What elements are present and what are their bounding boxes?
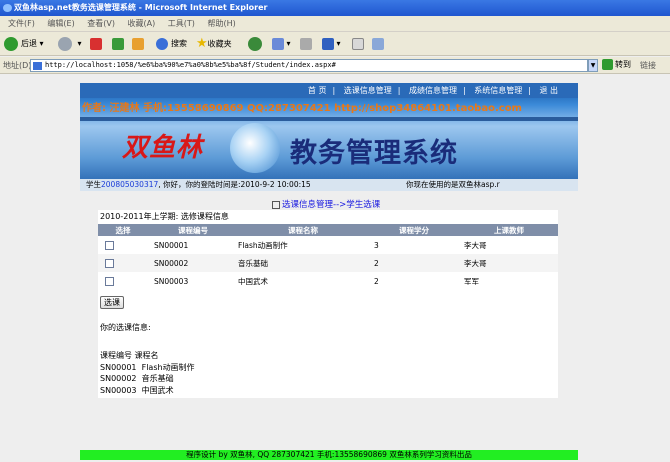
nav-grades[interactable]: 成绩信息管理 <box>409 86 457 95</box>
print-button[interactable] <box>300 36 312 52</box>
address-url: http://localhost:1058/%e6%ba%90%e7%a0%8b… <box>45 61 336 69</box>
nav-system[interactable]: 系统信息管理 <box>474 86 522 95</box>
nav-home[interactable]: 首 页 <box>308 86 327 95</box>
star-icon: ★ <box>196 36 208 51</box>
menu-view[interactable]: 查看(V) <box>87 19 115 28</box>
nav-logout[interactable]: 退 出 <box>539 86 558 95</box>
messenger-icon <box>372 37 384 50</box>
forward-button[interactable]: ▾ <box>58 36 82 52</box>
banner-nav: 首 页 | 选课信息管理 | 成绩信息管理 | 系统信息管理 | 退 出 <box>80 83 578 98</box>
stop-icon <box>90 37 102 50</box>
course-id: SN00003 <box>154 276 189 286</box>
menu-favorites[interactable]: 收藏(A) <box>128 19 156 28</box>
window-titlebar: 双鱼林asp.net教务选课管理系统 - Microsoft Internet … <box>0 0 670 16</box>
menu-edit[interactable]: 编辑(E) <box>47 19 74 28</box>
address-bar: 地址(D) http://localhost:1058/%e6%ba%90%e7… <box>0 57 670 74</box>
menu-tools[interactable]: 工具(T) <box>168 19 195 28</box>
stop-button[interactable] <box>90 36 102 52</box>
refresh-button[interactable] <box>112 36 124 52</box>
course-credits: 2 <box>368 254 460 272</box>
table-row: SN00003 中国武术 2 军军 <box>98 272 558 290</box>
course-id: SN00001 <box>154 240 189 250</box>
select-course-button[interactable]: 选课 <box>100 296 124 309</box>
mail-button[interactable]: ▾ <box>272 36 291 52</box>
menu-file[interactable]: 文件(F) <box>8 19 35 28</box>
address-dropdown[interactable]: ▼ <box>588 59 598 72</box>
course-name: 中国武术 <box>238 276 268 286</box>
table-row: SN00001 Flash动画制作 3 李大哥 <box>98 236 558 254</box>
word-button[interactable]: ▾ <box>322 36 341 52</box>
page-content: 首 页 | 选课信息管理 | 成绩信息管理 | 系统信息管理 | 退 出 作者: 汪建林… <box>0 75 670 462</box>
forward-arrow-icon <box>58 36 72 51</box>
table-row: SN00002 音乐基础 2 李大哥 <box>98 254 558 272</box>
course-name: 音乐基础 <box>238 254 368 272</box>
media-icon <box>248 36 262 51</box>
menu-bar: 文件(F) 编辑(E) 查看(V) 收藏(A) 工具(T) 帮助(H) <box>0 16 670 32</box>
home-button[interactable] <box>132 36 144 52</box>
my-selection-list: 课程编号 课程名 SN00001 Flash动画制作 SN00002 音乐基础 … <box>100 351 195 395</box>
discuss-button[interactable] <box>352 36 364 52</box>
login-status: 学生200805030317, 你好，你的登陆时间是:2010-9-2 10:0… <box>80 179 578 191</box>
address-input[interactable]: http://localhost:1058/%e6%ba%90%e7%a0%8b… <box>30 59 588 72</box>
breadcrumb: 选课信息管理-->学生选课 <box>272 198 380 210</box>
row-checkbox[interactable] <box>105 276 114 286</box>
links-button[interactable]: 链接 <box>640 57 656 74</box>
site-banner: 首 页 | 选课信息管理 | 成绩信息管理 | 系统信息管理 | 退 出 作者: 汪建林… <box>80 83 578 191</box>
course-credits: 3 <box>374 240 379 250</box>
word-icon <box>322 37 334 50</box>
course-table: 选择 课程编号 课程名称 课程学分 上课教师 SN00001 Flash动画制作… <box>98 224 558 290</box>
menu-help[interactable]: 帮助(H) <box>207 19 235 28</box>
course-name: Flash动画制作 <box>238 240 288 250</box>
row-checkbox[interactable] <box>105 240 114 250</box>
course-id: SN00002 <box>148 254 238 272</box>
footer: 程序设计 by 双鱼林, QQ 287307421 手机:13558690869… <box>80 450 578 460</box>
print-icon <box>300 37 312 50</box>
banner-brand: 双鱼林 <box>122 133 204 163</box>
media-button[interactable] <box>248 36 265 52</box>
table-header: 选择 课程编号 课程名称 课程学分 上课教师 <box>98 224 558 236</box>
course-panel: 2010-2011年上学期: 选修课程信息 选择 课程编号 课程名称 课程学分 … <box>98 210 558 398</box>
messenger-button[interactable] <box>372 36 384 52</box>
home-icon <box>132 37 144 50</box>
banner-system-name: 教务管理系统 <box>290 138 458 169</box>
edit-icon <box>272 200 280 209</box>
globe-icon <box>230 123 280 173</box>
my-selection-label: 你的选课信息: <box>100 323 151 332</box>
course-credits: 2 <box>374 276 379 286</box>
ie-icon <box>3 4 12 12</box>
banner-author: 作者: 汪建林 手机:13558690869 QQ:287307421 http… <box>82 103 522 114</box>
col-credits: 课程学分 <box>368 224 460 236</box>
col-teacher: 上课教师 <box>460 224 558 236</box>
student-id: 200805030317 <box>101 180 159 189</box>
search-icon <box>156 37 168 50</box>
course-teacher: 军军 <box>464 276 479 286</box>
course-teacher: 李大哥 <box>464 240 487 250</box>
back-arrow-icon <box>4 36 18 51</box>
page-icon <box>33 62 42 70</box>
address-label: 地址(D) <box>3 61 32 70</box>
favorites-button[interactable]: ★收藏夹 <box>196 36 232 52</box>
course-teacher: 李大哥 <box>460 254 558 272</box>
col-course-name: 课程名称 <box>238 224 368 236</box>
version-note: 你现在使用的是双鱼林asp.r <box>406 180 500 189</box>
col-select: 选择 <box>98 224 148 236</box>
row-checkbox[interactable] <box>105 258 114 268</box>
col-course-id: 课程编号 <box>148 224 238 236</box>
go-arrow-icon <box>602 59 613 70</box>
window-title: 双鱼林asp.net教务选课管理系统 - Microsoft Internet … <box>14 3 268 12</box>
refresh-icon <box>112 37 124 50</box>
back-button[interactable]: 后退 ▾ <box>4 36 44 52</box>
term-title: 2010-2011年上学期: 选修课程信息 <box>100 212 229 221</box>
toolbar: 后退 ▾ ▾ 搜索 ★收藏夹 ▾ ▾ <box>0 32 670 56</box>
nav-course-selection[interactable]: 选课信息管理 <box>344 86 392 95</box>
discuss-icon <box>352 37 364 50</box>
go-button[interactable]: 转到 <box>602 58 631 72</box>
banner-divider <box>80 117 578 121</box>
mail-icon <box>272 37 284 50</box>
search-button[interactable]: 搜索 <box>156 36 187 52</box>
